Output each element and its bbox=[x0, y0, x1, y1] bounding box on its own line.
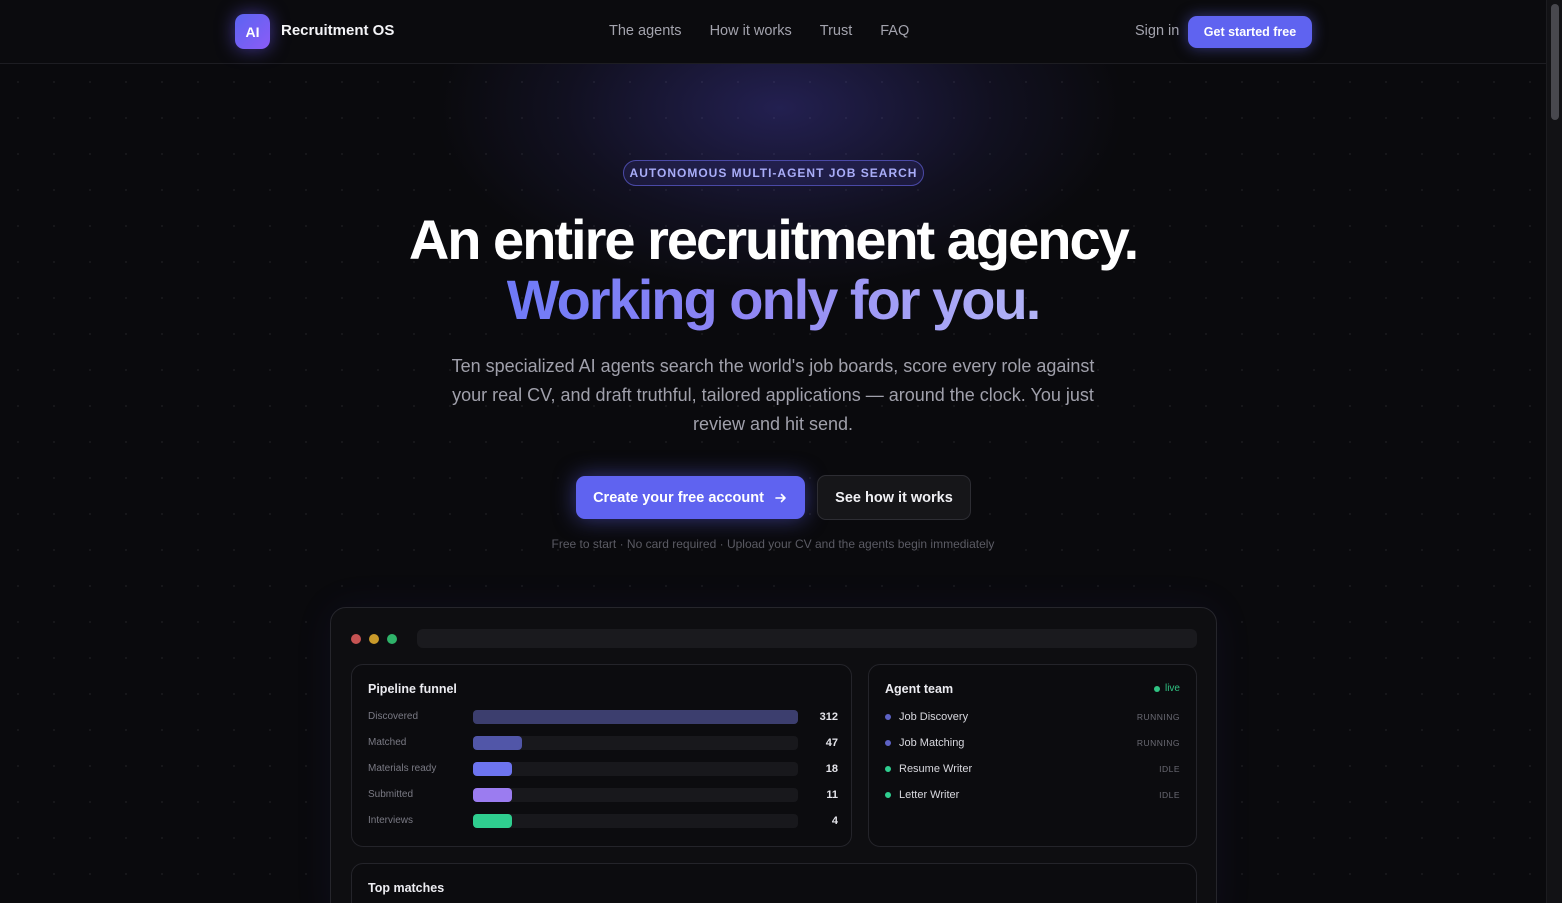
create-account-label: Create your free account bbox=[593, 489, 764, 506]
agent-row: Job Matching RUNNING bbox=[885, 736, 1180, 750]
arrow-right-icon bbox=[775, 493, 786, 502]
funnel-track bbox=[473, 710, 798, 724]
hero-subtitle: Ten specialized AI agents search the wor… bbox=[451, 356, 1095, 434]
agent-name: Letter Writer bbox=[899, 789, 960, 801]
nav-link-trust[interactable]: Trust bbox=[820, 23, 853, 39]
nav-link-agents[interactable]: The agents bbox=[609, 23, 682, 39]
funnel-value: 47 bbox=[825, 737, 838, 749]
funnel-value: 312 bbox=[819, 711, 838, 723]
agent-row: Resume Writer IDLE bbox=[885, 762, 1180, 776]
get-started-button[interactable]: Get started free bbox=[1188, 16, 1312, 48]
create-account-button[interactable]: Create your free account bbox=[576, 476, 805, 519]
dashboard-preview-window: Pipeline funnel Discovered 312 Matched 4… bbox=[330, 607, 1217, 903]
top-navigation: AI Recruitment OS The agents How it work… bbox=[0, 0, 1546, 64]
funnel-label: Materials ready bbox=[368, 763, 437, 774]
agent-status-dot-icon bbox=[885, 740, 891, 746]
funnel-row: Submitted 11 bbox=[368, 788, 838, 802]
funnel-bar bbox=[473, 710, 798, 724]
funnel-row: Materials ready 18 bbox=[368, 762, 838, 776]
agent-status-dot-icon bbox=[885, 766, 891, 772]
funnel-label: Submitted bbox=[368, 789, 414, 800]
brand-name[interactable]: Recruitment OS bbox=[281, 22, 394, 39]
pipeline-funnel-title: Pipeline funnel bbox=[368, 682, 457, 696]
scrollbar-thumb[interactable] bbox=[1551, 4, 1559, 120]
headline-gradient-text: Working only for you. bbox=[506, 268, 1042, 331]
agent-row: Job Discovery RUNNING bbox=[885, 710, 1180, 724]
agent-team-card: Agent team live Job Discovery RUNNING Jo… bbox=[868, 664, 1197, 847]
funnel-bar bbox=[473, 736, 522, 750]
agent-status: IDLE bbox=[1159, 790, 1180, 800]
nav-links: The agents How it works Trust FAQ bbox=[609, 23, 909, 39]
agent-status-dot-icon bbox=[885, 792, 891, 798]
agent-status-dot-icon bbox=[885, 714, 891, 720]
funnel-track bbox=[473, 762, 798, 776]
agent-name: Job Discovery bbox=[899, 711, 969, 723]
agent-row: Letter Writer IDLE bbox=[885, 788, 1180, 802]
funnel-bar bbox=[473, 814, 512, 828]
nav-link-how-it-works[interactable]: How it works bbox=[710, 23, 792, 39]
page-scrollbar[interactable] bbox=[1546, 0, 1562, 903]
headline-line-2: Working only for you. bbox=[0, 268, 1546, 332]
funnel-label: Discovered bbox=[368, 711, 419, 722]
agent-name: Resume Writer bbox=[899, 763, 973, 775]
headline-line-1: An entire recruitment agency. bbox=[408, 208, 1139, 271]
funnel-row: Discovered 312 bbox=[368, 710, 838, 724]
live-dot-icon bbox=[1153, 685, 1160, 692]
see-how-it-works-button[interactable]: See how it works bbox=[817, 475, 971, 520]
funnel-label: Matched bbox=[368, 737, 407, 748]
funnel-value: 4 bbox=[831, 815, 838, 827]
agent-status: RUNNING bbox=[1136, 738, 1180, 748]
live-indicator: live bbox=[1153, 683, 1180, 694]
funnel-track bbox=[473, 788, 798, 802]
funnel-label: Interviews bbox=[368, 815, 414, 826]
funnel-value: 11 bbox=[826, 789, 838, 801]
pipeline-funnel-card: Pipeline funnel Discovered 312 Matched 4… bbox=[351, 664, 852, 847]
funnel-value: 18 bbox=[825, 763, 838, 775]
logo-badge[interactable]: AI bbox=[235, 14, 270, 49]
top-matches-title: Top matches bbox=[368, 881, 445, 895]
window-address-bar bbox=[417, 629, 1197, 648]
funnel-bar bbox=[473, 762, 512, 776]
nav-link-faq[interactable]: FAQ bbox=[880, 23, 909, 39]
window-close-dot bbox=[351, 634, 361, 644]
top-matches-card: Top matches bbox=[351, 863, 1197, 903]
agent-name: Job Matching bbox=[899, 737, 965, 749]
sign-in-link[interactable]: Sign in bbox=[1135, 23, 1179, 39]
window-maximize-dot bbox=[387, 634, 397, 644]
window-minimize-dot bbox=[369, 634, 379, 644]
hero-fineprint: Free to start · No card required · Uploa… bbox=[551, 537, 995, 551]
funnel-row: Matched 47 bbox=[368, 736, 838, 750]
funnel-row: Interviews 4 bbox=[368, 814, 838, 828]
funnel-bar bbox=[473, 788, 512, 802]
live-label: live bbox=[1164, 683, 1180, 694]
funnel-track bbox=[473, 736, 798, 750]
agent-status: RUNNING bbox=[1136, 712, 1180, 722]
agent-status: IDLE bbox=[1159, 764, 1180, 774]
funnel-track bbox=[473, 814, 798, 828]
hero-pill-badge: AUTONOMOUS MULTI-AGENT JOB SEARCH bbox=[623, 160, 924, 186]
agent-team-title: Agent team bbox=[885, 682, 954, 696]
